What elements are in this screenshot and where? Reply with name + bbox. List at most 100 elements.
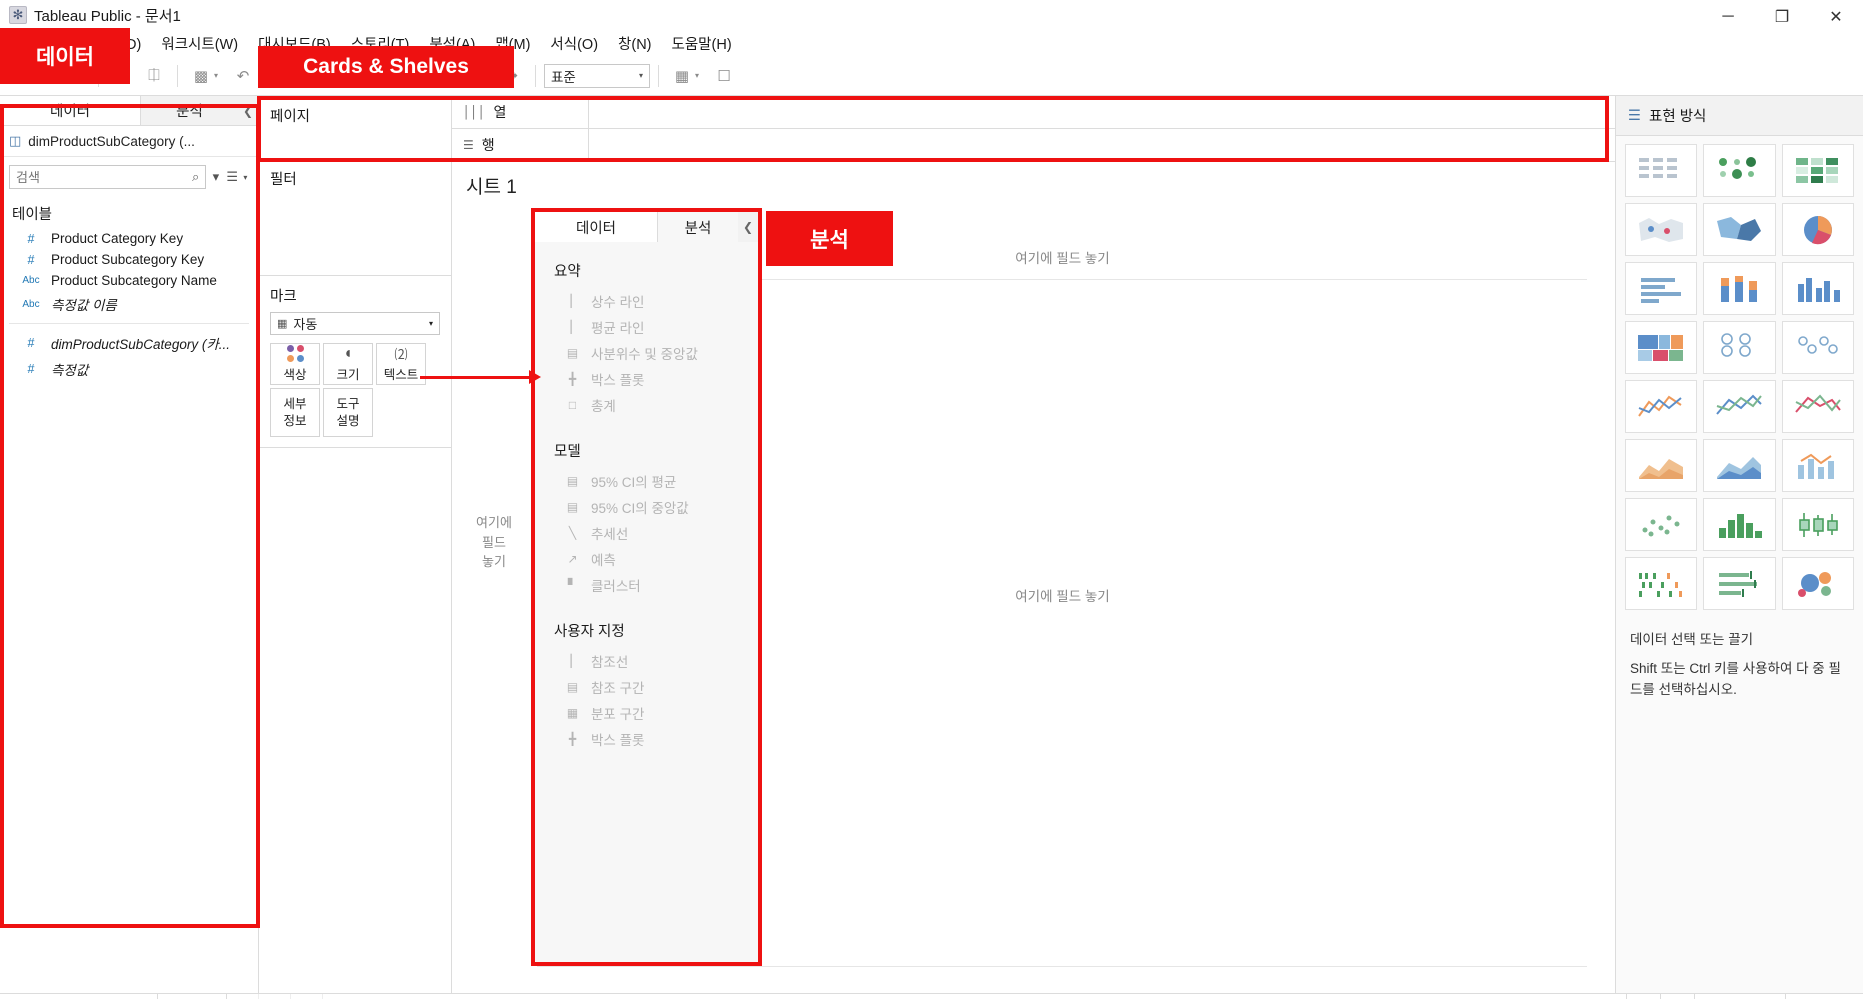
new-story-icon[interactable]: ▢ (291, 994, 324, 999)
popup-tab-analytics[interactable]: 분석 (658, 212, 738, 242)
show-me-text-table[interactable] (1625, 144, 1698, 197)
marks-button-label: 크기 (336, 368, 360, 382)
field-dimproductsubcategory-count[interactable]: # dimProductSubCategory (카... (0, 330, 258, 356)
show-me-histogram[interactable] (1703, 498, 1776, 551)
marks-tooltip-button[interactable]: 도구 설명 (323, 388, 373, 437)
show-me-symbol-map[interactable] (1625, 203, 1698, 256)
show-me-area-chart-continuous[interactable] (1625, 439, 1698, 492)
show-me-treemap[interactable] (1625, 321, 1698, 374)
show-me-highlight-table[interactable] (1781, 144, 1854, 197)
mark-type-dropdown[interactable]: ▦ 자동 ▾ (270, 312, 440, 335)
field-measure-values[interactable]: # 측정값 (0, 356, 258, 382)
marks-label: 마크 (270, 289, 297, 305)
tab-data[interactable]: 데이터 (0, 96, 140, 125)
show-me-dual-line-chart[interactable] (1781, 380, 1854, 433)
show-me-heat-map[interactable] (1703, 144, 1776, 197)
analytics-item-box-plot[interactable]: ╋ 박스 플롯 (535, 366, 758, 392)
show-me-header[interactable]: ☰ 표현 방식 (1616, 96, 1863, 136)
show-me-box-and-whisker[interactable] (1781, 498, 1854, 551)
collapse-pane-icon[interactable]: ❮ (738, 212, 758, 242)
menu-format[interactable]: 서식(O) (540, 31, 608, 56)
analytics-item-totals[interactable]: □ 총계 (535, 392, 758, 418)
columns-shelf[interactable]: │││ 열 (452, 96, 1615, 129)
field-label: 측정값 (51, 363, 89, 378)
tab-analytics[interactable]: 분석 (140, 96, 238, 125)
fix-axes-icon[interactable]: ▦ (667, 62, 697, 90)
undo-icon[interactable]: ↶ (228, 62, 258, 90)
show-me-line-chart-discrete[interactable] (1703, 380, 1776, 433)
menu-window[interactable]: 창(N) (608, 31, 661, 56)
show-me-gantt-chart[interactable] (1625, 557, 1698, 610)
marks-detail-button[interactable]: 세부 정보 (270, 388, 320, 437)
status-bar-right: ⏮ ◀ ▶ ⏭ ▦ ▤ (1625, 994, 1863, 999)
pages-card[interactable]: 페이지 (259, 96, 451, 159)
show-me-scatter-plot[interactable] (1625, 498, 1698, 551)
search-field[interactable] (16, 169, 192, 185)
field-group-divider (9, 323, 249, 324)
field-product-subcategory-key[interactable]: # Product Subcategory Key (0, 249, 258, 270)
marks-text-button[interactable]: ⑵ 텍스트 (376, 343, 426, 385)
rows-drop-zone[interactable] (589, 129, 1615, 161)
rows-gutter[interactable]: 여기에 필드 놓기 (466, 223, 538, 967)
show-me-area-chart-discrete[interactable] (1703, 439, 1776, 492)
show-me-side-by-side-bar[interactable] (1781, 262, 1854, 315)
analytics-item-average-ci[interactable]: ▤ 95% CI의 평균 (535, 468, 758, 494)
data-source-tab[interactable]: ◫ 데이터 원본 (0, 994, 158, 999)
field-measure-names[interactable]: Abc 측정값 이름 (0, 291, 258, 317)
search-input[interactable]: ⌕ (9, 165, 207, 189)
window-controls: ─ ❐ ✕ (1701, 0, 1863, 30)
marks-size-button[interactable]: ◖ 크기 (323, 343, 373, 385)
show-me-line-chart-continuous[interactable] (1625, 380, 1698, 433)
fit-dropdown[interactable]: 표준 ▾ (544, 63, 650, 88)
analytics-item-median-ci[interactable]: ▤ 95% CI의 중앙값 (535, 494, 758, 520)
tables-heading: 테이블 (12, 207, 53, 223)
new-data-source-icon[interactable]: ⎅ (139, 62, 169, 90)
minimize-button[interactable]: ─ (1701, 0, 1755, 34)
fix-axes-caret-icon[interactable]: ▾ (695, 71, 707, 80)
field-product-subcategory-name[interactable]: Abc Product Subcategory Name (0, 270, 258, 291)
view-options-icon[interactable]: ☰ (226, 166, 239, 188)
analytics-item-distribution-band[interactable]: ▦ 분포 구간 (535, 700, 758, 726)
show-me-pie-chart[interactable] (1781, 203, 1854, 256)
analytics-item-box-plot-custom[interactable]: ╋ 박스 플롯 (535, 726, 758, 752)
columns-drop-zone[interactable] (589, 96, 1615, 128)
show-me-packed-bubbles[interactable] (1781, 557, 1854, 610)
show-me-bullet-graph[interactable] (1703, 557, 1776, 610)
presentation-mode-icon[interactable]: ☐ (709, 62, 739, 90)
show-me-stacked-bar[interactable] (1703, 262, 1776, 315)
analytics-item-forecast[interactable]: ↗ 예측 (535, 546, 758, 572)
analytics-item-reference-line[interactable]: ⎢ 참조선 (535, 648, 758, 674)
show-me-circle-view[interactable] (1703, 321, 1776, 374)
show-me-horizontal-bar[interactable] (1625, 262, 1698, 315)
field-product-category-key[interactable]: # Product Category Key (0, 228, 258, 249)
marks-color-button[interactable]: 색상 (270, 343, 320, 385)
view-options-caret-icon[interactable]: ▾ (242, 166, 249, 188)
analytics-item-label: 클러스터 (591, 579, 641, 594)
popup-tab-data[interactable]: 데이터 (535, 212, 658, 242)
menu-worksheet[interactable]: 워크시트(W) (151, 31, 248, 56)
show-me-dual-combination[interactable] (1781, 439, 1854, 492)
filter-funnel-icon[interactable]: ▾ (209, 166, 222, 188)
new-worksheet-icon[interactable]: ▩ (186, 62, 216, 90)
close-button[interactable]: ✕ (1809, 0, 1863, 34)
sheet-tab-1[interactable]: 시트 1 (158, 994, 228, 999)
analytics-item-reference-band[interactable]: ▤ 참조 구간 (535, 674, 758, 700)
new-dashboard-icon[interactable]: ▤ (259, 994, 292, 999)
sheet-title[interactable]: 시트 1 (452, 162, 1615, 199)
filters-card[interactable]: 필터 (259, 159, 451, 276)
collapse-pane-icon[interactable]: ❮ (238, 96, 258, 125)
analytics-item-constant-line[interactable]: ⎢ 상수 라인 (535, 288, 758, 314)
rows-shelf[interactable]: ☰ 행 (452, 129, 1615, 162)
maximize-button[interactable]: ❐ (1755, 0, 1809, 34)
analytics-item-average-line[interactable]: ⎢ 평균 라인 (535, 314, 758, 340)
show-me-filled-map[interactable] (1703, 203, 1776, 256)
tableau-icon (9, 6, 27, 24)
analytics-item-trend-line[interactable]: ╲ 추세선 (535, 520, 758, 546)
new-worksheet-icon[interactable]: ▦ (227, 994, 260, 999)
show-me-side-by-side-circle[interactable] (1781, 321, 1854, 374)
analytics-item-median-quartiles[interactable]: ▤ 사분위수 및 중앙값 (535, 340, 758, 366)
analytics-item-cluster[interactable]: ▘ 클러스터 (535, 572, 758, 598)
menu-help[interactable]: 도움말(H) (662, 31, 742, 56)
data-source-item[interactable]: ◫ dimProductSubCategory (... (0, 126, 258, 157)
new-sheet-caret-icon[interactable]: ▾ (214, 71, 226, 80)
